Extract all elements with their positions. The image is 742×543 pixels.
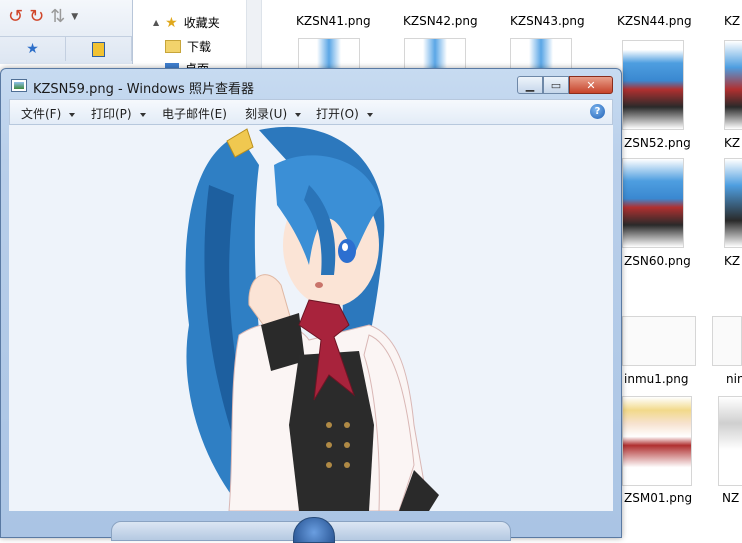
nav-downloads[interactable]: 下载 <box>165 38 211 55</box>
window-title: KZSN59.png - Windows 照片查看器 <box>33 82 254 97</box>
nav-favorites[interactable]: ▲ ★ 收藏夹 <box>153 14 220 31</box>
minimize-button[interactable]: ▁ <box>517 76 543 94</box>
chevron-down-icon <box>295 112 302 117</box>
chevron-down-icon[interactable]: ▼ <box>71 12 78 22</box>
file-thumbnail[interactable] <box>724 40 742 130</box>
thumbnail-image <box>622 40 684 130</box>
chevron-down-icon <box>69 112 76 117</box>
close-icon: ✕ <box>586 78 596 92</box>
file-thumbnail[interactable] <box>718 396 742 486</box>
nav-downloads-label: 下载 <box>187 40 212 54</box>
file-label[interactable]: ZSM01.png <box>624 491 692 505</box>
close-button[interactable]: ✕ <box>569 76 613 94</box>
displayed-image <box>185 126 439 511</box>
file-thumbnail[interactable] <box>622 40 684 130</box>
menu-open-label: 打开(O) <box>316 107 359 121</box>
menu-open[interactable]: 打开(O) <box>316 105 373 122</box>
file-thumbnail[interactable] <box>724 158 742 248</box>
file-label[interactable]: KZSN44.png <box>617 14 692 28</box>
file-label[interactable]: KZ <box>724 14 740 28</box>
thumbnail-image <box>622 396 692 486</box>
favorite-star-button[interactable]: ★ <box>0 37 66 61</box>
help-icon[interactable]: ? <box>590 104 605 119</box>
title-bar[interactable]: KZSN59.png - Windows 照片查看器 ▁ ▭ ✕ <box>1 69 621 99</box>
menu-print-label: 打印(P) <box>91 107 132 121</box>
menu-bar: 文件(F) 打印(P) 电子邮件(E) 刻录(U) 打开(O) ? <box>9 99 613 125</box>
thumbnail-image <box>712 316 742 366</box>
file-label[interactable]: nin <box>726 372 742 386</box>
file-label[interactable]: KZSN41.png <box>296 14 371 28</box>
file-thumbnail[interactable] <box>712 316 742 366</box>
thumbnail-image <box>718 396 742 486</box>
library-button[interactable] <box>66 37 132 61</box>
file-thumbnail[interactable] <box>622 396 692 486</box>
thumbnail-image <box>724 158 742 248</box>
explorer-toolbar: ↺ ↻ ⇅ ▼ ★ <box>0 0 133 64</box>
menu-print[interactable]: 打印(P) <box>91 105 146 122</box>
navigation-scrollbar[interactable] <box>246 0 261 70</box>
photo-viewer-window: KZSN59.png - Windows 照片查看器 ▁ ▭ ✕ 文件(F) 打… <box>0 68 622 543</box>
book-icon <box>92 41 105 57</box>
maximize-icon: ▭ <box>550 78 562 92</box>
maximize-button[interactable]: ▭ <box>543 76 569 94</box>
file-label[interactable]: NZ <box>722 491 739 505</box>
thumbnail-image <box>724 40 742 130</box>
sync-icon[interactable]: ⇅ <box>50 6 65 27</box>
file-label[interactable]: inmu1.png <box>624 372 689 386</box>
rotate-right-icon[interactable]: ↻ <box>29 6 44 27</box>
menu-email-label: 电子邮件(E) <box>162 107 227 121</box>
file-label[interactable]: KZSN42.png <box>403 14 478 28</box>
file-label[interactable]: ZSN60.png <box>624 254 691 268</box>
star-icon: ★ <box>165 14 178 31</box>
chevron-down-icon <box>366 112 373 117</box>
thumbnail-image <box>622 158 684 248</box>
file-label[interactable]: KZSN43.png <box>510 14 585 28</box>
file-thumbnail[interactable] <box>622 158 684 248</box>
menu-burn[interactable]: 刻录(U) <box>245 105 302 122</box>
file-label[interactable]: KZ <box>724 254 740 268</box>
rotate-left-icon[interactable]: ↺ <box>8 6 23 27</box>
menu-file[interactable]: 文件(F) <box>21 105 76 122</box>
photo-viewer-icon <box>11 79 27 92</box>
window-controls: ▁ ▭ ✕ <box>517 76 613 94</box>
image-canvas[interactable] <box>9 125 613 511</box>
minimize-icon: ▁ <box>525 78 535 92</box>
chevron-down-icon <box>139 112 146 117</box>
menu-email[interactable]: 电子邮件(E) <box>162 105 227 122</box>
nav-favorites-label: 收藏夹 <box>183 16 220 30</box>
file-label[interactable]: KZ <box>724 136 740 150</box>
menu-burn-label: 刻录(U) <box>245 107 288 121</box>
file-thumbnail[interactable] <box>622 316 696 366</box>
star-icon: ★ <box>26 41 39 57</box>
chevron-down-icon: ▲ <box>153 18 160 27</box>
folder-icon <box>165 40 181 53</box>
menu-file-label: 文件(F) <box>21 107 62 121</box>
thumbnail-image <box>622 316 696 366</box>
file-label[interactable]: ZSN52.png <box>624 136 691 150</box>
